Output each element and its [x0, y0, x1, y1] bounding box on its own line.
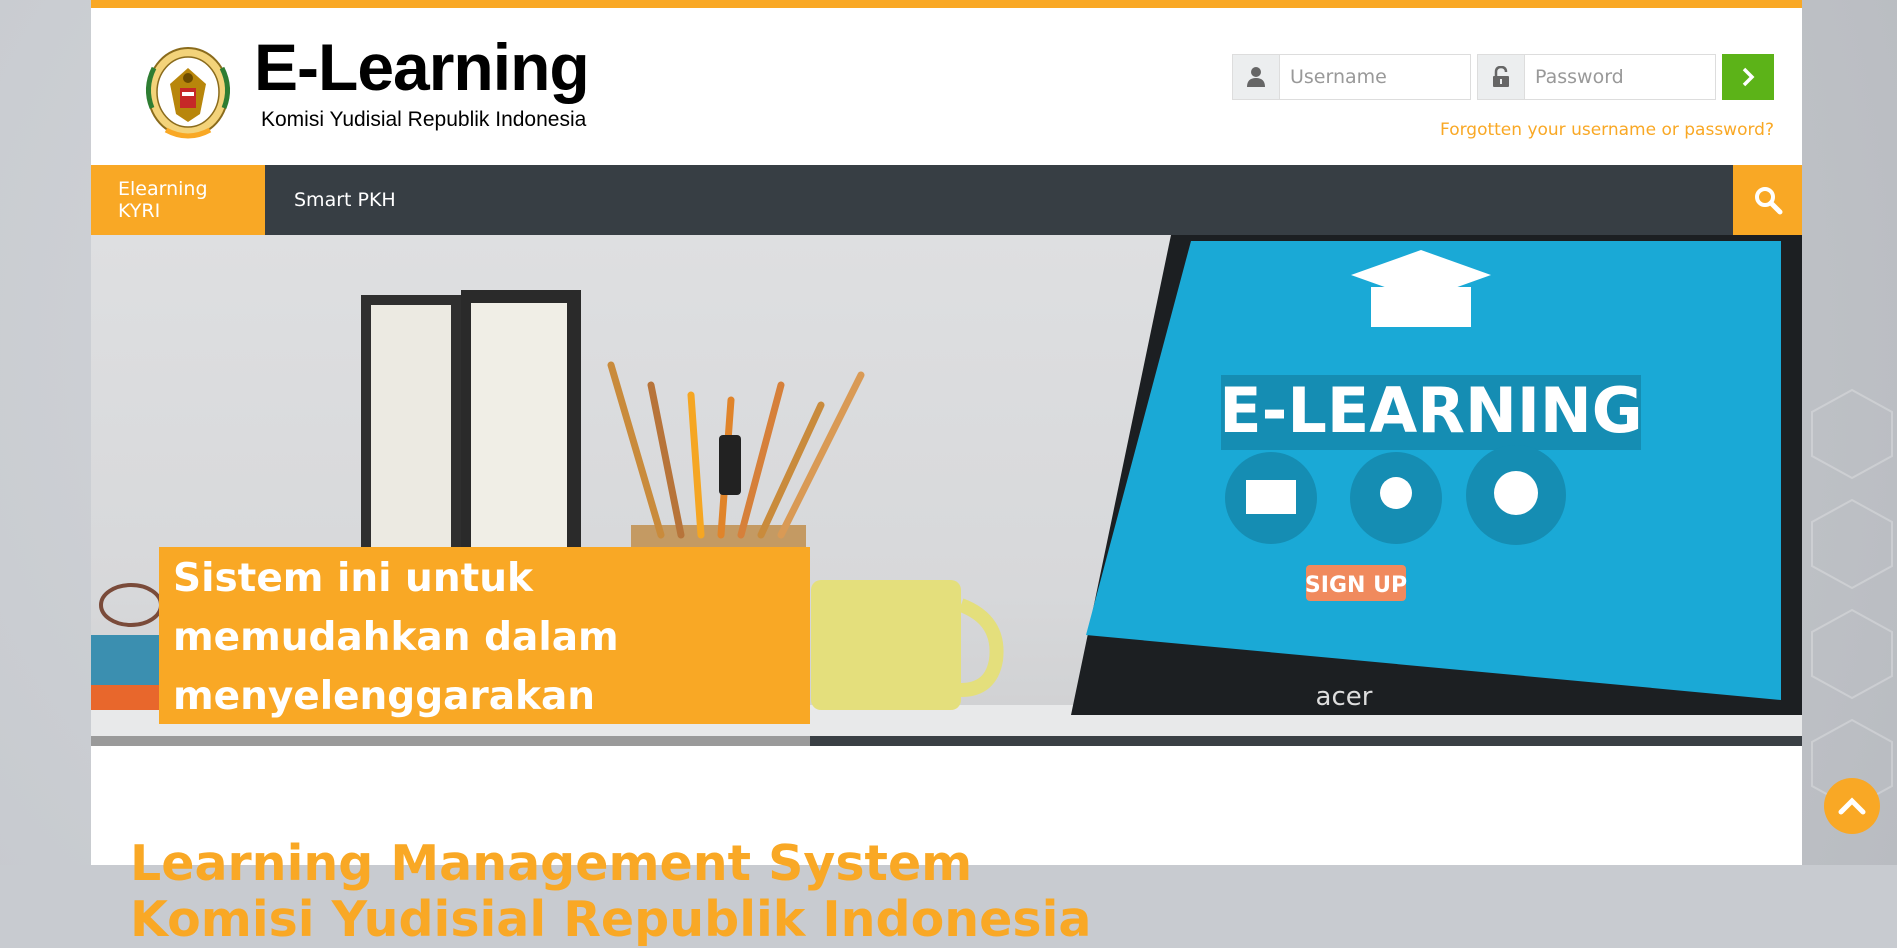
lock-icon: [1478, 55, 1525, 99]
scroll-to-top-button[interactable]: [1824, 778, 1880, 834]
password-field: [1477, 54, 1716, 100]
main-nav: Elearning KYRI Smart PKH: [91, 165, 1802, 235]
brand-title: E-Learning: [254, 30, 590, 104]
page-container: E-Learning Komisi Yudisial Republik Indo…: [91, 0, 1802, 947]
page-title: Learning Management System Komisi Yudisi…: [130, 834, 1092, 948]
slide-progress-bar: [91, 736, 1802, 746]
nav-search-button[interactable]: [1733, 165, 1802, 235]
nav-item-elearning-kyri[interactable]: Elearning KYRI: [91, 165, 265, 235]
password-input[interactable]: [1525, 55, 1715, 99]
nav-item-smart-pkh[interactable]: Smart PKH: [267, 165, 423, 235]
hero-caption: Sistem ini untuk memudahkan dalam menyel…: [159, 547, 810, 746]
chevron-right-icon: [1742, 67, 1755, 87]
login-submit-button[interactable]: [1722, 54, 1774, 100]
login-form: [1232, 54, 1774, 100]
search-icon: [1754, 187, 1782, 215]
laptop-signup-text: SIGN UP: [1305, 573, 1407, 598]
site-header: E-Learning Komisi Yudisial Republik Indo…: [91, 8, 1802, 165]
laptop-brand-text: acer: [1316, 682, 1373, 712]
laptop-screen-title: E-LEARNING: [1219, 374, 1642, 447]
chevron-up-icon: [1838, 797, 1866, 815]
forgot-password-link[interactable]: Forgotten your username or password?: [1440, 120, 1774, 140]
seal-logo[interactable]: [138, 38, 238, 146]
page-title-line1: Learning Management System: [130, 834, 973, 892]
username-field: [1232, 54, 1471, 100]
slide-progress-fill: [91, 736, 810, 746]
username-input[interactable]: [1280, 55, 1470, 99]
brand-subtitle: Komisi Yudisial Republik Indonesia: [261, 108, 587, 131]
hero-slider[interactable]: E-LEARNING SIGN UP acer Sistem ini untuk…: [91, 235, 1802, 746]
page-title-line2: Komisi Yudisial Republik Indonesia: [130, 890, 1092, 948]
user-icon: [1233, 55, 1280, 99]
